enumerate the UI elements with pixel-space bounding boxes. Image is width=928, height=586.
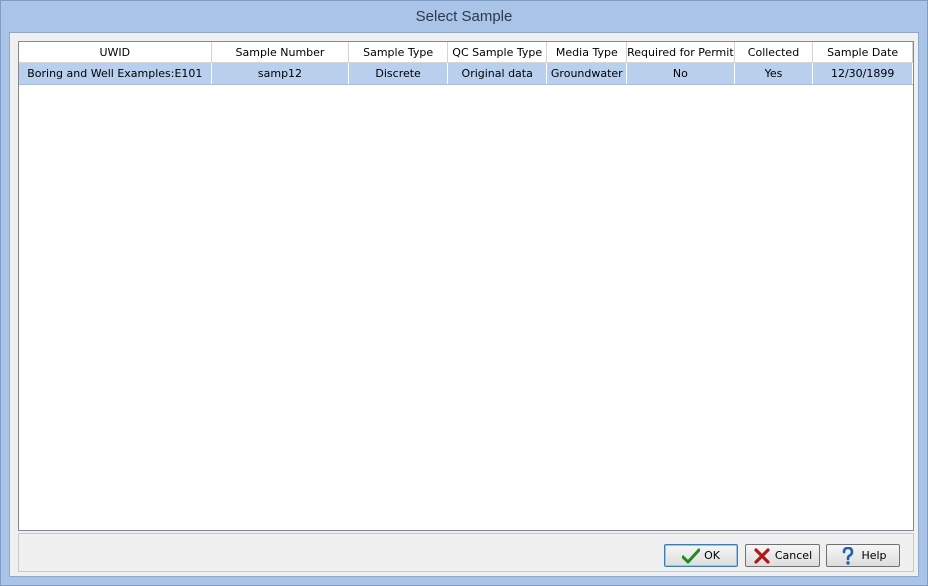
cell-media-type[interactable]: Groundwater xyxy=(546,62,628,85)
grid-header-row: UWID Sample Number Sample Type QC Sample… xyxy=(19,42,913,63)
dialog-client-area: UWID Sample Number Sample Type QC Sample… xyxy=(9,32,919,577)
column-header-media-type[interactable]: Media Type xyxy=(546,42,628,63)
column-header-qc-sample-type[interactable]: QC Sample Type xyxy=(447,42,548,63)
select-sample-dialog: Select Sample UWID Sample Number Sample … xyxy=(0,0,928,586)
ok-button-label: OK xyxy=(704,549,720,562)
cell-uwid[interactable]: Boring and Well Examples:E101 xyxy=(19,62,212,85)
title-bar[interactable]: Select Sample xyxy=(1,1,927,33)
column-header-sample-number[interactable]: Sample Number xyxy=(211,42,350,63)
cell-sample-type[interactable]: Discrete xyxy=(348,62,448,85)
ok-button[interactable]: OK xyxy=(664,544,738,567)
cell-sample-date[interactable]: 12/30/1899 xyxy=(812,62,913,85)
cell-collected[interactable]: Yes xyxy=(734,62,814,85)
column-header-sample-type[interactable]: Sample Type xyxy=(348,42,448,63)
checkmark-icon xyxy=(682,547,701,565)
cell-qc-sample-type[interactable]: Original data xyxy=(447,62,548,85)
dialog-title: Select Sample xyxy=(415,7,513,25)
cell-sample-number[interactable]: samp12 xyxy=(211,62,350,85)
column-header-uwid[interactable]: UWID xyxy=(19,42,212,63)
cell-required-for-permit[interactable]: No xyxy=(626,62,735,85)
column-header-required-for-permit[interactable]: Required for Permit xyxy=(626,42,735,63)
button-panel: OK Cancel Help xyxy=(18,533,914,572)
column-header-sample-date[interactable]: Sample Date xyxy=(812,42,913,63)
table-row[interactable]: Boring and Well Examples:E101 samp12 Dis… xyxy=(19,62,913,85)
x-icon xyxy=(753,547,771,565)
sample-table: UWID Sample Number Sample Type QC Sample… xyxy=(19,42,913,85)
help-button-label: Help xyxy=(861,549,887,562)
question-mark-icon xyxy=(839,546,857,565)
cancel-button[interactable]: Cancel xyxy=(745,544,820,567)
sample-grid[interactable]: UWID Sample Number Sample Type QC Sample… xyxy=(18,41,914,531)
help-button[interactable]: Help xyxy=(826,544,900,567)
cancel-button-label: Cancel xyxy=(774,549,813,562)
column-header-collected[interactable]: Collected xyxy=(734,42,814,63)
